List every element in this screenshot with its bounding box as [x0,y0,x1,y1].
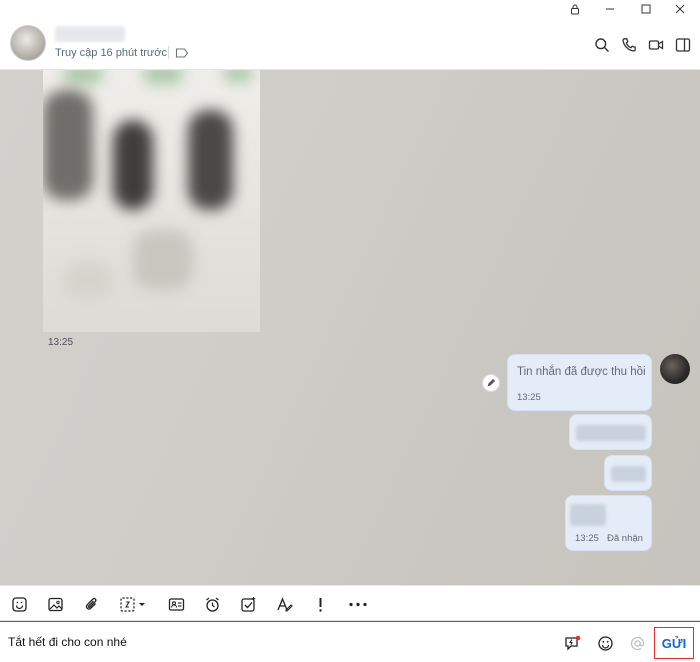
emoji-icon[interactable] [595,633,615,653]
text-format-icon[interactable] [274,594,294,614]
reminder-icon[interactable] [202,594,222,614]
close-icon[interactable] [665,0,695,18]
edit-icon[interactable] [482,374,500,392]
minimize-icon[interactable] [595,0,625,18]
message-bubble[interactable]: 13:25 Đã nhận [565,495,652,551]
image-icon[interactable] [45,594,65,614]
redacted-text [570,504,606,526]
chat-area[interactable]: 13:25 Tin nhắn đã được thu hồi 13:25 13:… [0,70,700,585]
screenshot-icon[interactable] [117,594,151,614]
composer-toolbar [0,585,700,621]
todo-icon[interactable] [238,594,258,614]
attach-icon[interactable] [81,594,101,614]
video-icon[interactable] [646,35,665,54]
more-icon[interactable] [346,594,370,614]
divider [168,46,169,59]
message-bubble[interactable] [569,414,652,450]
quick-message-icon[interactable] [562,633,582,653]
message-time: 13:25 [48,337,74,348]
tag-icon[interactable] [175,47,189,59]
sidebar-toggle-icon[interactable] [673,35,692,54]
recalled-message-text: Tin nhắn đã được thu hồi [517,366,646,378]
last-seen-status: Truy cập 16 phút trước [55,47,167,59]
contact-card-icon[interactable] [166,594,186,614]
my-avatar[interactable] [660,354,690,384]
message-bubble[interactable] [604,455,652,491]
redacted-text [611,466,646,482]
lock-icon[interactable] [560,0,590,18]
contact-name-redacted[interactable] [55,26,125,42]
mention-icon[interactable] [627,633,647,653]
search-icon[interactable] [592,35,611,54]
chat-header: Truy cập 16 phút trước [0,18,700,70]
composer: GỬI [0,621,700,662]
contact-avatar[interactable] [10,25,46,61]
title-bar [0,0,700,18]
message-input[interactable] [8,632,548,652]
recalled-message-bubble[interactable]: Tin nhắn đã được thu hồi 13:25 [507,354,652,411]
message-time: 13:25 [575,533,599,544]
received-image-blurred[interactable] [43,70,260,332]
maximize-icon[interactable] [631,0,661,18]
important-icon[interactable] [310,594,330,614]
message-time: 13:25 [517,392,541,403]
delivery-status: Đã nhận [607,533,643,544]
phone-icon[interactable] [619,35,638,54]
redacted-text [576,425,646,441]
sticker-icon[interactable] [9,594,29,614]
send-button[interactable]: GỬI [654,627,694,659]
